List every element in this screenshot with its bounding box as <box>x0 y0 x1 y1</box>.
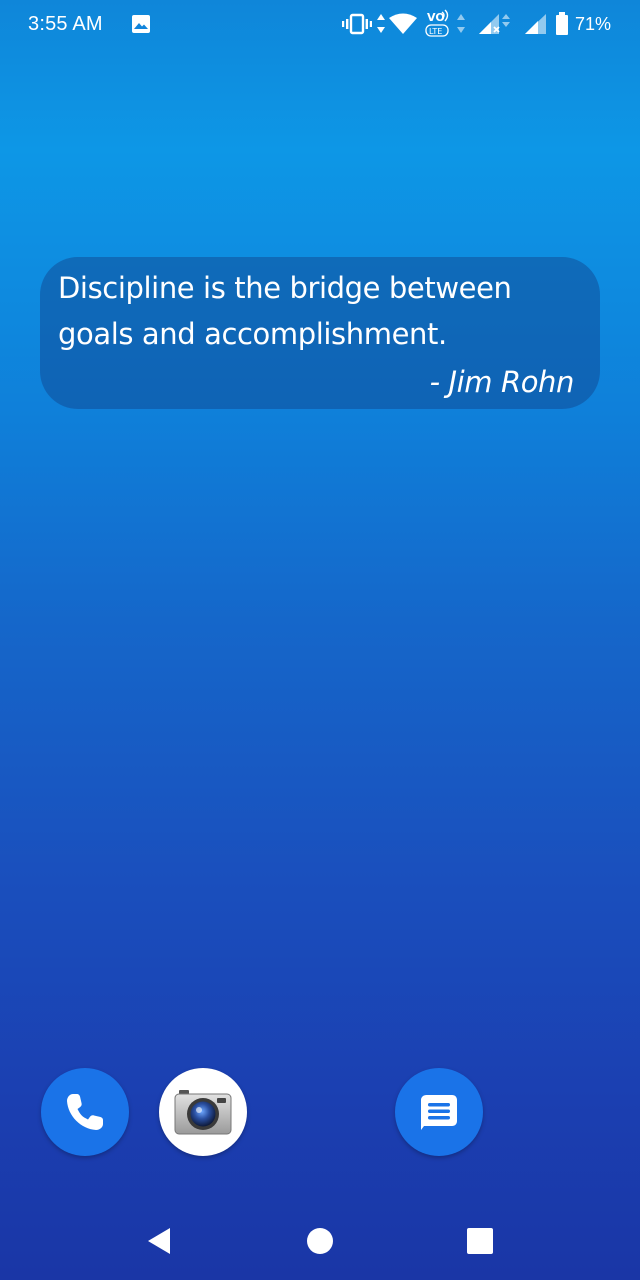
status-time: 3:55 AM <box>28 13 103 35</box>
signal-sim1-icon <box>478 13 512 40</box>
volte-icon: VO LTE <box>424 9 452 44</box>
signal-sim2-icon <box>524 13 548 40</box>
volte-badge-top: VO <box>427 11 445 24</box>
back-icon <box>148 1228 170 1254</box>
battery-percent: 71% <box>575 14 612 34</box>
vibrate-icon <box>342 13 372 40</box>
wifi-icon <box>388 13 418 40</box>
quote-author: - Jim Rohn <box>429 365 575 399</box>
home-icon <box>307 1228 333 1254</box>
camera-app[interactable] <box>159 1068 247 1156</box>
data-arrows-icon-2 <box>456 13 466 40</box>
volte-badge-bottom: LTE <box>429 27 442 36</box>
camera-icon <box>174 1090 232 1135</box>
navigation-bar <box>0 1200 640 1280</box>
data-arrows-icon <box>376 13 386 40</box>
gallery-notification-icon <box>131 14 151 39</box>
battery-icon <box>555 12 569 41</box>
messages-icon <box>421 1095 457 1130</box>
phone-icon <box>67 1094 103 1130</box>
recents-button[interactable] <box>465 1226 495 1256</box>
quote-text: Discipline is the bridge between goals a… <box>58 271 512 351</box>
phone-app[interactable] <box>41 1068 129 1156</box>
back-button[interactable] <box>144 1226 174 1256</box>
status-bar: 3:55 AM VO LTE 71% <box>0 0 640 50</box>
quote-widget[interactable]: Discipline is the bridge between goals a… <box>40 257 600 409</box>
messages-app[interactable] <box>395 1068 483 1156</box>
recents-icon <box>467 1228 493 1254</box>
home-button[interactable] <box>305 1226 335 1256</box>
